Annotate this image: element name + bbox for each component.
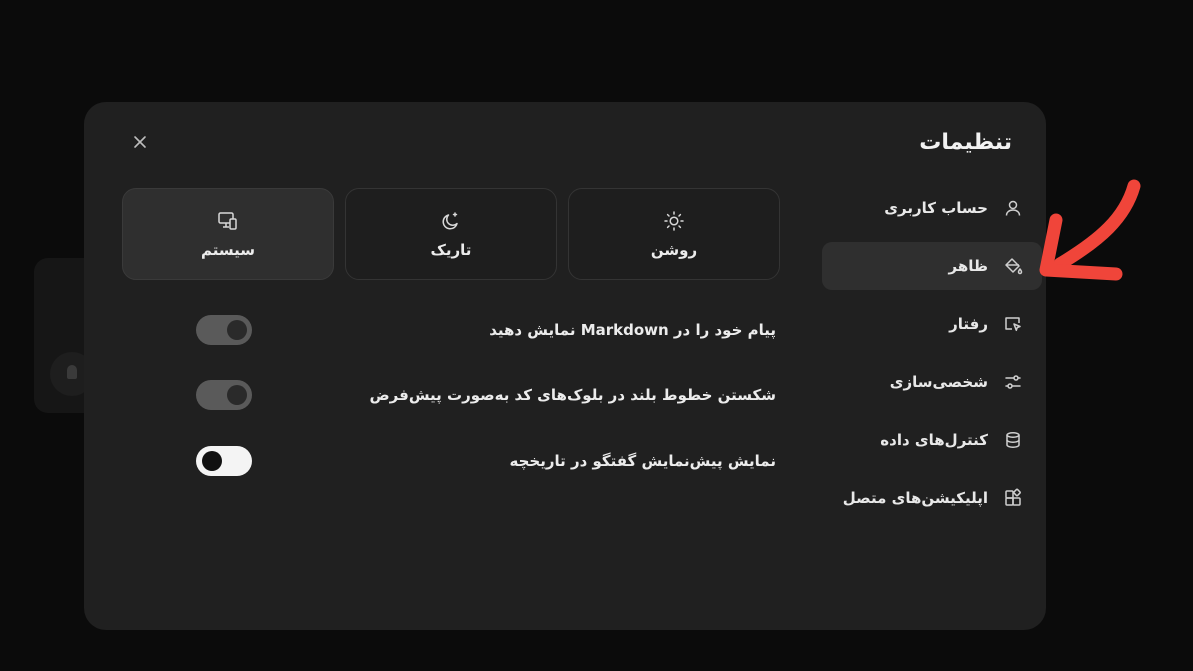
apps-grid-icon	[1002, 487, 1024, 509]
sidebar-item-behavior[interactable]: رفتار	[822, 300, 1042, 348]
sidebar-item-account[interactable]: حساب کاربری	[822, 184, 1042, 232]
cursor-window-icon	[1002, 313, 1024, 335]
dialog-title: تنظیمات	[919, 130, 1012, 155]
toggle-knob	[227, 320, 247, 340]
sidebar-item-label: کنترل‌های داده	[880, 431, 988, 449]
user-icon	[1002, 197, 1024, 219]
devices-icon	[216, 209, 240, 233]
setting-code-wrap: شکستن خطوط بلند در بلوک‌های کد به‌صورت پ…	[196, 380, 776, 412]
close-icon	[132, 134, 148, 150]
markdown-toggle[interactable]	[196, 315, 252, 345]
sun-icon	[662, 209, 686, 233]
sidebar-item-label: شخصی‌سازی	[889, 373, 988, 391]
sidebar-item-label: اپلیکیشن‌های متصل	[842, 489, 988, 507]
settings-sidebar: حساب کاربری ظاهر رفتار شخصی‌سازی کنترل‌ه…	[822, 184, 1042, 532]
toggle-knob	[227, 385, 247, 405]
setting-label: پیام خود را در Markdown نمایش دهید	[489, 321, 776, 339]
sidebar-item-label: ظاهر	[948, 257, 989, 275]
setting-history-preview: نمایش پیش‌نمایش گفتگو در تاریخچه	[196, 446, 776, 478]
sidebar-item-label: حساب کاربری	[884, 199, 988, 217]
sidebar-item-label: رفتار	[949, 315, 988, 333]
settings-dialog: تنظیمات حساب کاربری ظاهر رفتار	[84, 102, 1046, 630]
sliders-icon	[1002, 371, 1024, 393]
sidebar-item-personalization[interactable]: شخصی‌سازی	[822, 358, 1042, 406]
theme-option-dark[interactable]: تاریک	[345, 188, 557, 280]
setting-label: نمایش پیش‌نمایش گفتگو در تاریخچه	[509, 452, 776, 470]
theme-option-label: روشن	[650, 241, 698, 259]
theme-option-light[interactable]: روشن	[568, 188, 780, 280]
close-button[interactable]	[128, 130, 152, 154]
toggle-knob	[202, 451, 222, 471]
code-wrap-toggle[interactable]	[196, 380, 252, 410]
setting-label: شکستن خطوط بلند در بلوک‌های کد به‌صورت پ…	[369, 386, 776, 404]
theme-option-label: تاریک	[430, 241, 472, 259]
history-preview-toggle[interactable]	[196, 446, 252, 476]
theme-selector: سیستم تاریک روشن	[122, 188, 782, 280]
moon-icon	[439, 209, 463, 233]
annotation-arrow	[1039, 179, 1141, 281]
sidebar-item-appearance[interactable]: ظاهر	[822, 242, 1042, 290]
setting-markdown: پیام خود را در Markdown نمایش دهید	[196, 315, 776, 347]
sidebar-item-connected-apps[interactable]: اپلیکیشن‌های متصل	[822, 474, 1042, 522]
database-icon	[1002, 429, 1024, 451]
paint-bucket-icon	[1002, 255, 1024, 277]
theme-option-label: سیستم	[200, 241, 256, 259]
theme-option-system[interactable]: سیستم	[122, 188, 334, 280]
sidebar-item-data-controls[interactable]: کنترل‌های داده	[822, 416, 1042, 464]
